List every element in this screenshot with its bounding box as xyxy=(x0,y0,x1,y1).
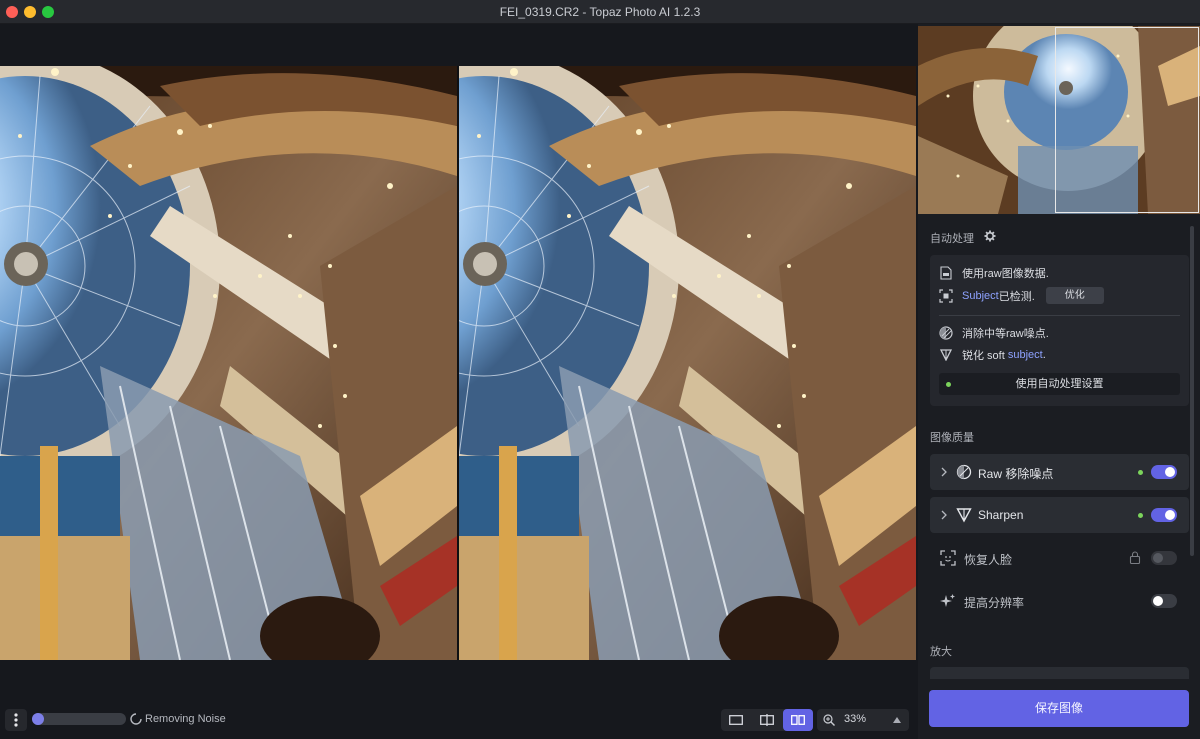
raw-file-icon xyxy=(939,266,953,280)
window-title: FEI_0319.CR2 - Topaz Photo AI 1.2.3 xyxy=(499,5,701,19)
toggle-knob xyxy=(1165,510,1175,520)
save-image-button[interactable]: 保存图像 xyxy=(929,690,1189,727)
upscale-section-label: 放大 xyxy=(930,646,952,658)
bottom-toolbar: Removing Noise 33% xyxy=(0,701,918,739)
auto-section-label: 自动处理 xyxy=(930,233,974,245)
sharpen-prefix: 锐化 soft xyxy=(962,350,1008,362)
optimize-button[interactable]: 优化 xyxy=(1045,287,1104,304)
autopilot-divider xyxy=(939,315,1180,316)
sharpen-label: Sharpen xyxy=(978,508,1024,522)
gear-icon[interactable] xyxy=(984,230,996,242)
enhance-resolution-label: 提高分辨率 xyxy=(964,596,1025,610)
toggle-knob xyxy=(1153,553,1163,563)
apply-autopilot-button[interactable]: 使用自动处理设置 xyxy=(939,373,1180,395)
raw-denoise-toggle[interactable] xyxy=(1151,465,1177,479)
sharpen-row: 锐化 soft subject . xyxy=(939,347,1046,363)
navigator-thumbnail[interactable] xyxy=(918,26,1200,214)
side-by-side-button[interactable] xyxy=(783,709,813,731)
zoom-control[interactable]: 33% xyxy=(817,709,909,731)
processing-progress-bar xyxy=(32,713,126,725)
upscale-panel[interactable] xyxy=(930,667,1189,679)
title-bar: FEI_0319.CR2 - Topaz Photo AI 1.2.3 xyxy=(0,0,1200,24)
sharpen-subject-link[interactable]: subject xyxy=(1008,349,1043,361)
toggle-knob xyxy=(1165,467,1175,477)
lock-icon xyxy=(1129,551,1141,564)
raw-data-row: 使用raw图像数据. xyxy=(939,265,1049,281)
sharpen-suffix: . xyxy=(1042,349,1046,361)
enhance-resolution-row[interactable]: 提高分辨率 xyxy=(930,583,1189,619)
vertical-dots-icon xyxy=(14,713,18,727)
noise-row: 消除中等raw噪点. xyxy=(939,325,1049,341)
zoom-in-icon xyxy=(823,714,835,726)
sharpen-toggle[interactable] xyxy=(1151,508,1177,522)
face-recovery-toggle[interactable] xyxy=(1151,551,1177,565)
sharpen-icon xyxy=(956,508,972,523)
subject-detect-icon xyxy=(939,288,953,303)
raw-denoise-row[interactable]: Raw 移除噪点 xyxy=(930,454,1189,490)
sharpen-row-item[interactable]: Sharpen xyxy=(930,497,1189,533)
quality-section-label: 图像质量 xyxy=(930,432,974,444)
enhance-resolution-toggle[interactable] xyxy=(1151,594,1177,608)
split-view-icon xyxy=(760,714,774,726)
spinner-icon xyxy=(130,713,142,725)
subject-row: Subject 已检测. 优化 xyxy=(939,287,1104,304)
more-menu-button[interactable] xyxy=(5,709,27,731)
processing-status: Removing Noise xyxy=(145,713,226,725)
apply-autopilot-label: 使用自动处理设置 xyxy=(1015,378,1104,390)
zoom-dropdown-icon[interactable] xyxy=(893,717,901,723)
active-dot xyxy=(1138,513,1143,518)
original-preview[interactable] xyxy=(0,66,457,660)
raw-denoise-label: Raw 移除噪点 xyxy=(978,467,1054,481)
processed-photo xyxy=(459,66,916,660)
subject-link[interactable]: Subject xyxy=(962,290,999,302)
chevron-right-icon[interactable] xyxy=(939,509,949,521)
side-by-side-icon xyxy=(791,715,805,725)
settings-sidebar: 自动处理 使用raw图像数据. Subject 已检测. 优化 消除中等raw噪… xyxy=(918,24,1200,739)
sparkle-icon xyxy=(940,594,955,607)
single-view-button[interactable] xyxy=(721,709,751,731)
face-recovery-label: 恢复人脸 xyxy=(964,553,1013,567)
progress-fill xyxy=(32,713,44,725)
face-recovery-row[interactable]: 恢复人脸 xyxy=(930,540,1189,576)
sidebar-scrollbar[interactable] xyxy=(1190,226,1194,556)
view-mode-selector xyxy=(721,709,813,731)
denoise-icon xyxy=(956,464,972,480)
navigator-viewport-frame[interactable] xyxy=(1055,27,1199,213)
image-viewer[interactable] xyxy=(0,24,918,701)
subject-detected-text: 已检测. xyxy=(998,290,1035,303)
noise-text: 消除中等raw噪点. xyxy=(962,328,1049,340)
status-dot xyxy=(946,382,951,387)
chevron-right-icon[interactable] xyxy=(939,466,949,478)
app-window: FEI_0319.CR2 - Topaz Photo AI 1.2.3 Remo… xyxy=(0,0,1200,739)
original-photo xyxy=(0,66,457,660)
sharpen-icon xyxy=(939,348,953,362)
face-detect-icon xyxy=(940,550,956,566)
raw-data-text: 使用raw图像数据. xyxy=(962,268,1049,280)
toggle-knob xyxy=(1153,596,1163,606)
autopilot-card: 使用raw图像数据. Subject 已检测. 优化 消除中等raw噪点. 锐化… xyxy=(930,255,1189,406)
split-view-button[interactable] xyxy=(752,709,782,731)
active-dot xyxy=(1138,470,1143,475)
denoise-icon xyxy=(939,326,953,340)
processed-preview[interactable] xyxy=(459,66,916,660)
single-view-icon xyxy=(729,715,743,725)
zoom-level: 33% xyxy=(844,713,867,725)
